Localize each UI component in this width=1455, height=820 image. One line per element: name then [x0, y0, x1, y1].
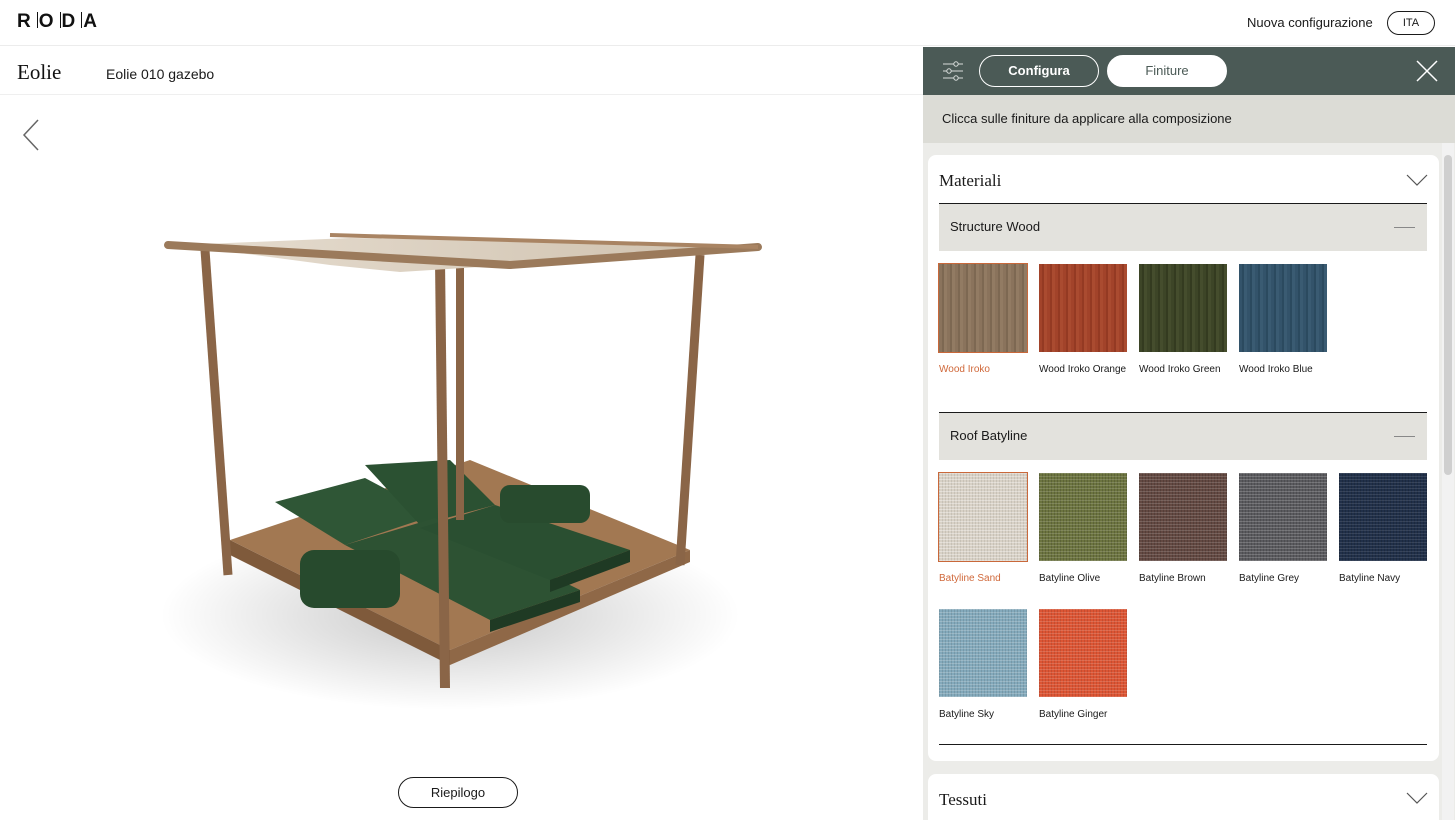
swatch-label: Batyline Sand: [939, 573, 1001, 584]
swatch-batyline-brown[interactable]: Batyline Brown: [1139, 473, 1227, 585]
swatch-label: Wood Iroko Orange: [1039, 364, 1127, 375]
section-title: Roof Batyline: [950, 428, 1028, 443]
back-arrow-icon[interactable]: [20, 118, 44, 152]
new-configuration-link[interactable]: Nuova configurazione: [1247, 15, 1373, 30]
swatch-wood-iroko-orange[interactable]: Wood Iroko Orange: [1039, 264, 1127, 376]
swatch-color: [1139, 264, 1227, 352]
swatch-batyline-ginger[interactable]: Batyline Ginger: [1039, 609, 1127, 721]
panel-header: Configura Finiture: [923, 47, 1455, 95]
scrollbar-thumb[interactable]: [1444, 155, 1452, 475]
collapse-icon[interactable]: [1394, 436, 1415, 437]
swatch-color: [938, 263, 1028, 353]
swatch-color: [1039, 473, 1127, 561]
swatch-label: Batyline Brown: [1139, 573, 1206, 584]
instruction-text: Clicca sulle finiture da applicare alla …: [942, 111, 1232, 126]
swatch-label: Wood Iroko Green: [1139, 364, 1221, 375]
swatch-wood-iroko-green[interactable]: Wood Iroko Green: [1139, 264, 1227, 376]
materials-title: Materiali: [939, 171, 1002, 190]
swatch-color: [1339, 473, 1427, 561]
swatch-label: Batyline Sky: [939, 709, 995, 720]
swatch-batyline-olive[interactable]: Batyline Olive: [1039, 473, 1127, 585]
section-title: Structure Wood: [950, 219, 1041, 234]
summary-button[interactable]: Riepilogo: [398, 777, 518, 808]
swatch-color: [1239, 264, 1327, 352]
swatch-wood-iroko-blue[interactable]: Wood Iroko Blue: [1239, 264, 1327, 376]
fabrics-card[interactable]: Tessuti: [928, 774, 1439, 820]
sliders-icon[interactable]: [941, 59, 965, 83]
close-icon[interactable]: [1416, 60, 1438, 82]
swatch-label: Wood Iroko Blue: [1239, 364, 1313, 375]
section-roof-batyline[interactable]: Roof Batyline: [939, 412, 1427, 460]
instruction-banner: Clicca sulle finiture da applicare alla …: [923, 95, 1455, 143]
divider: [939, 744, 1427, 745]
tab-finiture[interactable]: Finiture: [1107, 55, 1227, 87]
swatch-label: Batyline Grey: [1239, 573, 1300, 584]
swatch-color: [939, 609, 1027, 697]
swatch-label: Wood Iroko: [939, 364, 990, 375]
top-bar: RODA Nuova configurazione ITA: [0, 0, 1455, 46]
swatch-color: [938, 472, 1028, 562]
swatch-color: [1239, 473, 1327, 561]
section-structure-wood[interactable]: Structure Wood: [939, 203, 1427, 251]
roda-logo[interactable]: RODA: [17, 11, 102, 33]
fabrics-title: Tessuti: [939, 790, 987, 809]
language-button[interactable]: ITA: [1387, 11, 1435, 35]
swatch-label: Batyline Ginger: [1039, 709, 1108, 720]
gazebo-render[interactable]: [150, 220, 790, 720]
swatch-color: [1139, 473, 1227, 561]
materials-card: Materiali Structure Wood Wood Iroko Wood…: [928, 155, 1439, 761]
swatch-label: Batyline Olive: [1039, 573, 1101, 584]
swatch-batyline-navy[interactable]: Batyline Navy: [1339, 473, 1427, 585]
collapse-icon[interactable]: [1394, 227, 1415, 228]
swatch-color: [1039, 609, 1127, 697]
product-variant: Eolie 010 gazebo: [106, 66, 215, 82]
swatch-batyline-sand[interactable]: Batyline Sand: [938, 472, 1028, 585]
tab-configura[interactable]: Configura: [979, 55, 1099, 87]
swatch-label: Batyline Navy: [1339, 573, 1401, 584]
swatch-batyline-grey[interactable]: Batyline Grey: [1239, 473, 1327, 585]
finishes-panel: Configura Finiture Clicca sulle finiture…: [923, 47, 1455, 820]
product-name: Eolie: [17, 60, 62, 84]
swatch-batyline-sky[interactable]: Batyline Sky: [939, 609, 1027, 721]
swatch-wood-iroko[interactable]: Wood Iroko: [938, 263, 1028, 376]
chevron-down-icon[interactable]: [1406, 792, 1428, 804]
swatch-color: [1039, 264, 1127, 352]
chevron-down-icon[interactable]: [1406, 174, 1428, 186]
